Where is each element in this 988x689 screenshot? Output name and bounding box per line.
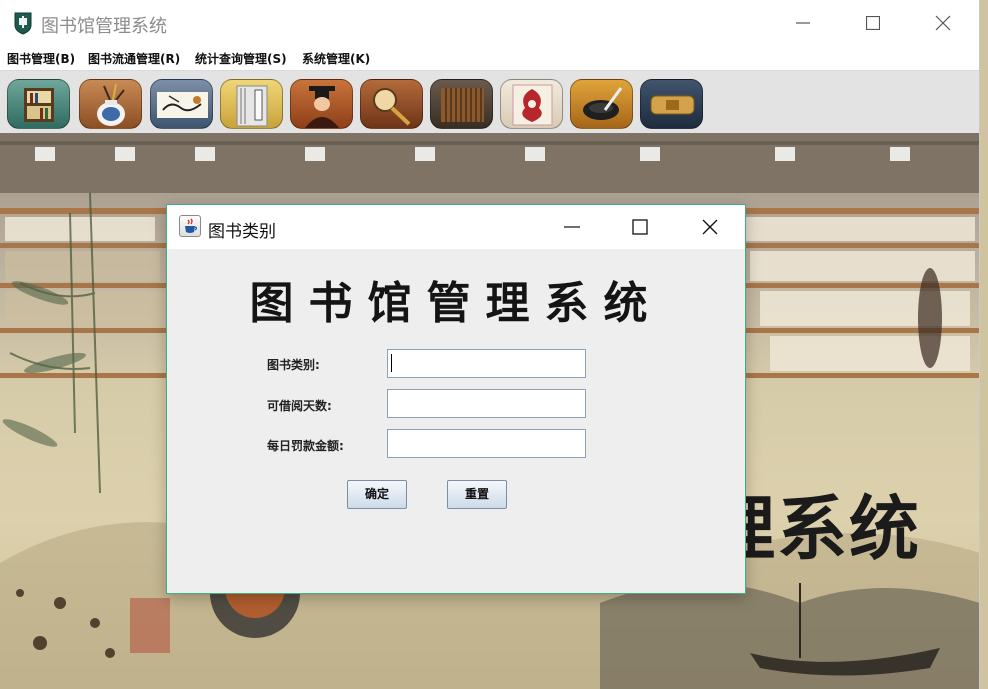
dialog-maximize-button[interactable] <box>617 209 663 245</box>
dialog-title: 图书类别 <box>208 222 276 242</box>
toolbar-button-paper-cut[interactable] <box>500 79 563 129</box>
dialog-banner-title: 图书馆管理系统 <box>249 278 663 329</box>
inkstone-brush-icon <box>583 87 623 120</box>
app-title: 图书馆管理系统 <box>41 16 167 37</box>
maximize-icon <box>866 16 880 30</box>
menu-statistics-query[interactable]: 统计查询管理(S) <box>195 50 287 67</box>
toolbar-button-magnifier[interactable] <box>360 79 423 129</box>
app-logo-icon <box>13 11 33 35</box>
close-icon <box>702 219 718 235</box>
loan-days-label: 可借阅天数: <box>267 399 332 413</box>
porcelain-vase-icon <box>97 83 125 126</box>
loan-days-input[interactable] <box>387 389 586 418</box>
toolbar-button-thread-book[interactable] <box>220 79 283 129</box>
minimize-icon <box>564 226 580 228</box>
book-category-label: 图书类别: <box>267 358 320 372</box>
menu-book-management[interactable]: 图书管理(B) <box>7 50 75 67</box>
magnifier-fan-icon <box>373 88 411 126</box>
maximize-button[interactable] <box>850 6 896 40</box>
reset-button[interactable]: 重置 <box>447 480 507 509</box>
toolbar-button-inkstone[interactable] <box>570 79 633 129</box>
minimize-icon <box>796 22 810 24</box>
toolbar-button-scholar[interactable] <box>290 79 353 129</box>
toolbar-button-bamboo-slips[interactable] <box>430 79 493 129</box>
toolbar-button-bookshelf[interactable] <box>7 79 70 129</box>
bamboo-slips-icon <box>441 88 484 122</box>
dialog-close-button[interactable] <box>687 209 733 245</box>
paper-cut-icon <box>512 84 553 126</box>
toolbar-button-vase[interactable] <box>79 79 142 129</box>
menu-system-management[interactable]: 系统管理(K) <box>302 50 370 67</box>
close-button[interactable] <box>920 6 966 40</box>
title-bar[interactable]: 图书馆管理系统 <box>0 0 979 46</box>
dialog-title-bar[interactable]: 图书类别 <box>167 205 745 249</box>
minimize-button[interactable] <box>780 6 826 40</box>
toolbar <box>0 71 979 133</box>
toolbar-button-ink-painting[interactable] <box>150 79 213 129</box>
bookshelf-icon <box>24 88 54 122</box>
thread-bound-book-icon <box>236 85 268 127</box>
toolbar-button-treasure-box[interactable] <box>640 79 703 129</box>
book-category-input[interactable] <box>387 349 586 378</box>
dialog-minimize-button[interactable] <box>549 209 595 245</box>
confirm-button[interactable]: 确定 <box>347 480 407 509</box>
java-cup-icon <box>179 215 201 237</box>
ink-painting-icon <box>157 92 208 118</box>
book-category-dialog: 图书类别 图书馆管理系统 图书类别: 可借阅天数: 每日罚款金额: 确定 重置 <box>166 204 746 594</box>
daily-fine-label: 每日罚款金额: <box>267 439 344 453</box>
menu-bar: 图书管理(B) 图书流通管理(R) 统计查询管理(S) 系统管理(K) <box>0 46 979 71</box>
traditional-scholar-icon <box>305 86 339 128</box>
text-caret <box>391 354 392 372</box>
daily-fine-input[interactable] <box>387 429 586 458</box>
close-icon <box>935 15 951 31</box>
treasure-box-icon <box>650 95 695 115</box>
maximize-icon <box>632 219 648 235</box>
menu-circulation-management[interactable]: 图书流通管理(R) <box>88 50 180 67</box>
